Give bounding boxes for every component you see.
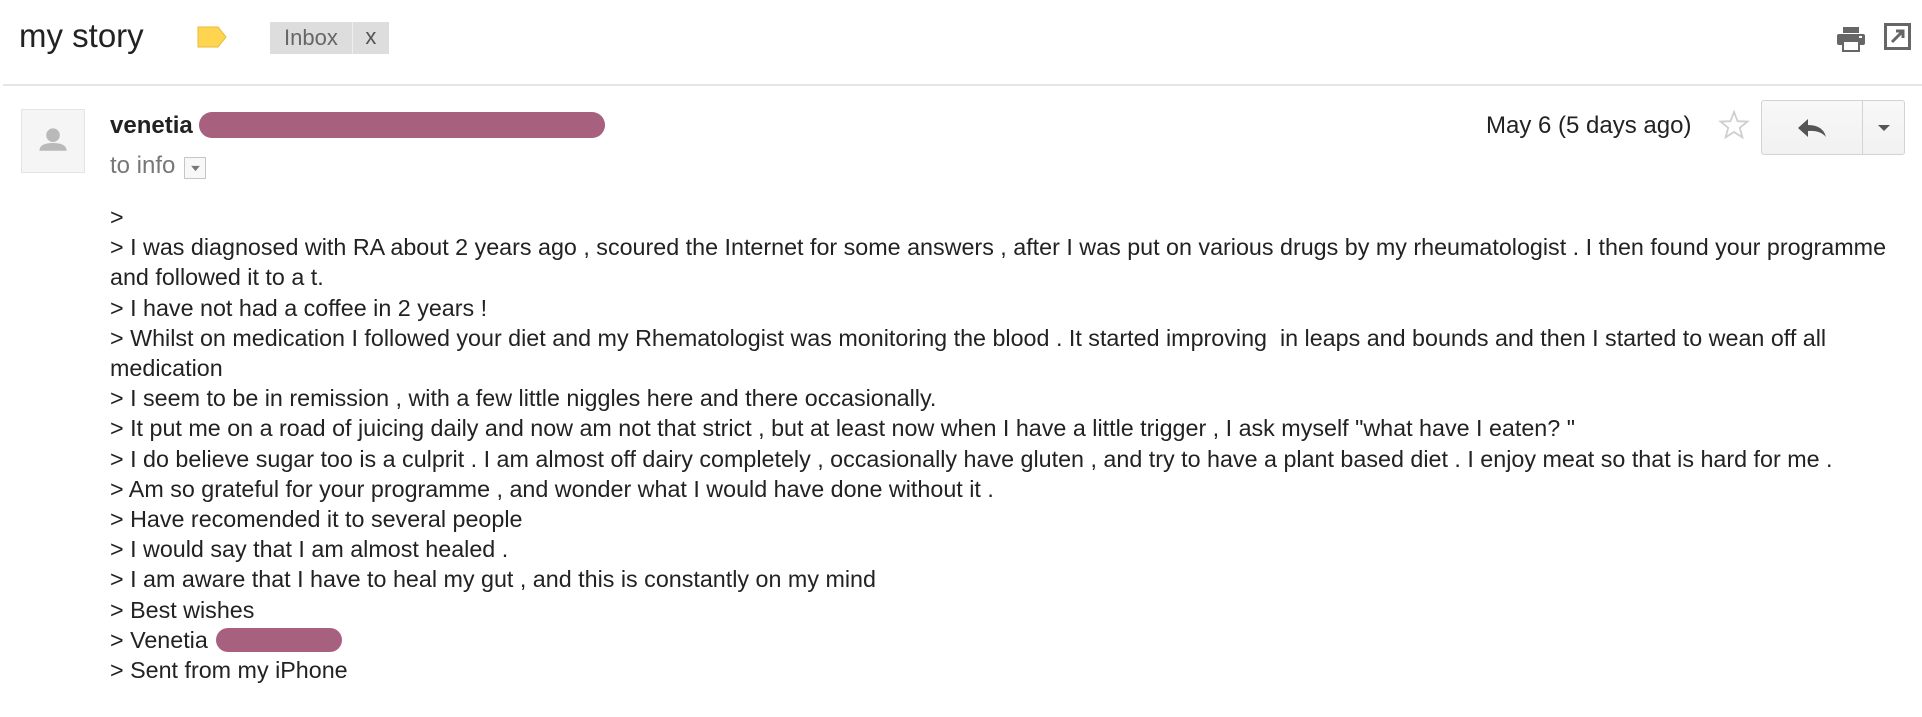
- sender-name[interactable]: venetia: [110, 110, 193, 142]
- body-line: > Best wishes: [110, 596, 255, 623]
- inbox-label-chip: Inbox x: [270, 22, 389, 54]
- subject-title: my story: [19, 17, 144, 54]
- remove-label-button[interactable]: x: [351, 22, 389, 54]
- body-line: > I am aware that I have to heal my gut …: [110, 566, 876, 593]
- body-line: > Have recomended it to several people: [110, 506, 523, 533]
- body-line: > I was diagnosed with RA about 2 years …: [110, 234, 1893, 291]
- show-details-button[interactable]: [184, 157, 207, 179]
- new-window-icon[interactable]: [1884, 23, 1911, 50]
- sender-avatar: [21, 109, 85, 173]
- message-date: May 6 (5 days ago): [1486, 112, 1692, 139]
- label-tag-icon[interactable]: [196, 25, 228, 49]
- reply-icon: [1798, 118, 1826, 137]
- thread-header: my story Inbox x: [0, 0, 1922, 84]
- print-icon[interactable]: [1836, 26, 1866, 52]
- body-line: > I seem to be in remission , with a few…: [110, 385, 937, 412]
- inbox-label-text[interactable]: Inbox: [270, 22, 352, 54]
- chevron-down-icon: [191, 165, 200, 171]
- body-line: > I have not had a coffee in 2 years !: [110, 294, 488, 321]
- star-outline-icon[interactable]: [1718, 109, 1750, 141]
- body-line: > It put me on a road of juicing daily a…: [110, 415, 1575, 442]
- body-line: > Am so grateful for your programme , an…: [110, 475, 994, 502]
- body-line: > Whilst on medication I followed your d…: [110, 324, 1833, 382]
- redacted-surname: [216, 627, 343, 652]
- reply-button-group: [1761, 100, 1905, 155]
- more-actions-button[interactable]: [1863, 101, 1904, 154]
- redacted-email-address: [198, 112, 605, 138]
- message-body: > > I was diagnosed with RA about 2 year…: [110, 202, 1900, 685]
- reply-button[interactable]: [1762, 101, 1863, 154]
- default-avatar-icon: [39, 128, 67, 151]
- recipient-line: to info: [110, 150, 207, 182]
- header-divider: [3, 84, 1922, 86]
- body-line: >: [110, 204, 124, 230]
- body-line: > I do believe sugar too is a culprit . …: [110, 445, 1833, 472]
- caret-down-icon: [1877, 124, 1890, 131]
- signature-line: > Venetia: [110, 625, 1900, 655]
- body-line: > I would say that I am almost healed .: [110, 536, 509, 563]
- closing-line: > Sent from my iPhone: [110, 657, 348, 684]
- signature-text: > Venetia: [110, 626, 208, 653]
- sender-line: venetia: [110, 110, 605, 142]
- recipient-text: to info: [110, 152, 176, 179]
